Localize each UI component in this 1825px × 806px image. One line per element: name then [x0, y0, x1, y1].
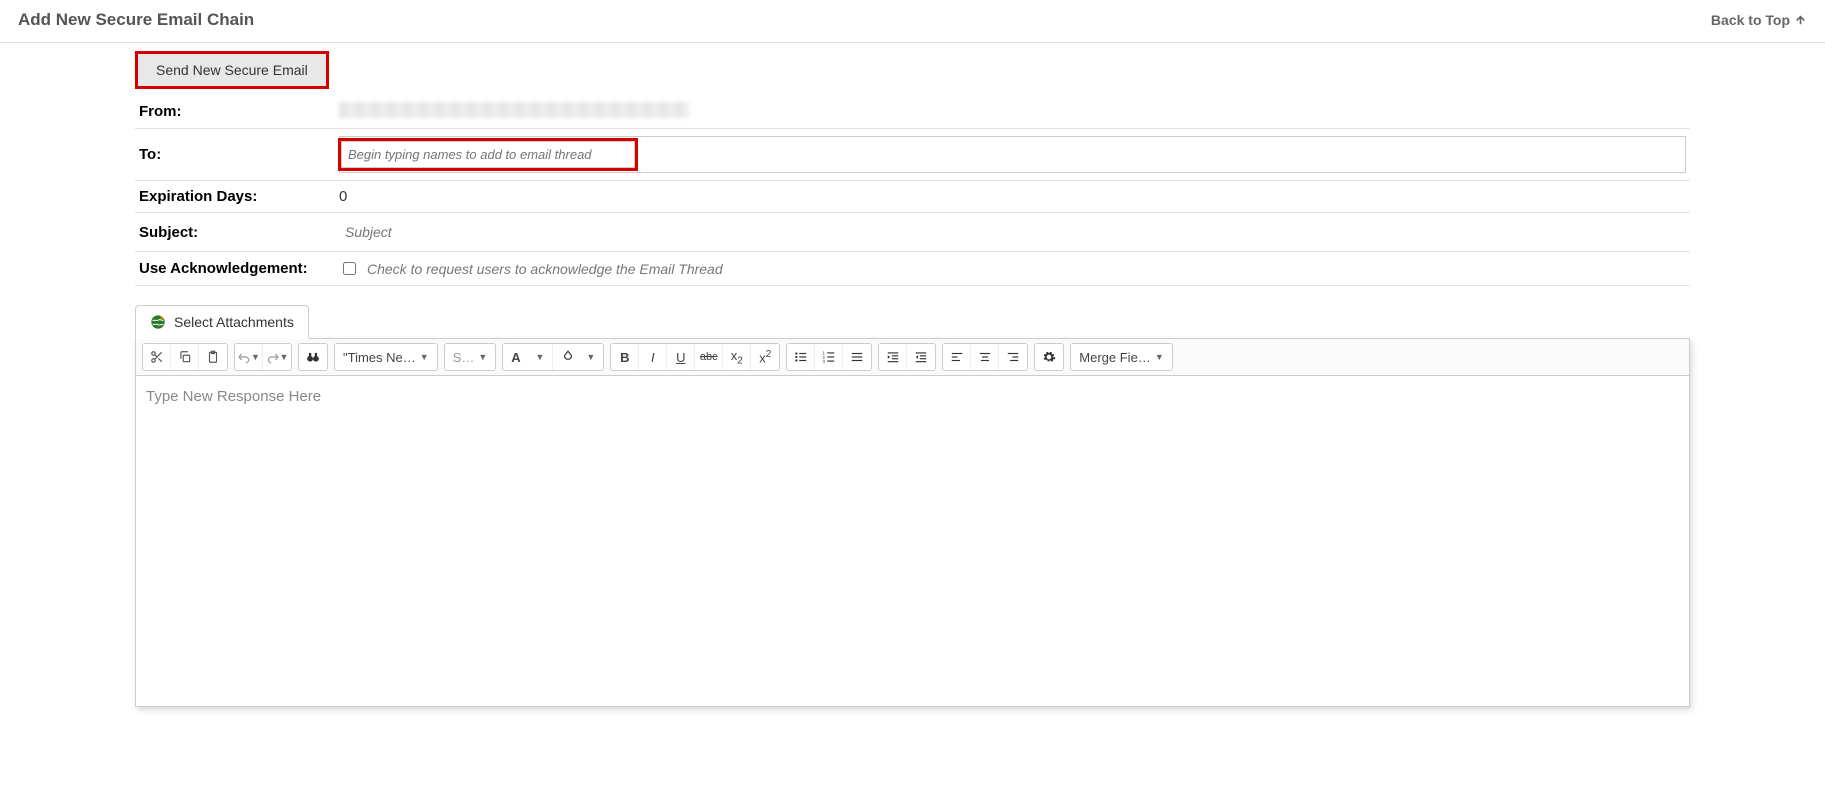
italic-button[interactable]: I [639, 344, 667, 370]
acknowledgement-checkbox[interactable] [343, 262, 356, 275]
svg-text:3: 3 [822, 359, 825, 364]
subject-label: Subject: [135, 213, 335, 252]
back-to-top-label: Back to Top [1711, 12, 1790, 28]
bullet-list-button[interactable] [787, 344, 815, 370]
indent-icon [886, 350, 900, 364]
superscript-button[interactable]: x2 [751, 344, 779, 370]
undo-button[interactable]: ▼ [235, 344, 263, 370]
expiration-value: 0 [335, 181, 1690, 213]
subject-input[interactable] [339, 220, 1686, 244]
acknowledgement-label: Use Acknowledgement: [135, 252, 335, 286]
indent-button[interactable] [879, 344, 907, 370]
copy-icon [178, 350, 192, 364]
align-left-button[interactable] [943, 344, 971, 370]
align-right-button[interactable] [999, 344, 1027, 370]
redo-icon [266, 350, 280, 364]
select-attachments-button[interactable]: Select Attachments [135, 305, 309, 339]
acknowledgement-row: Use Acknowledgement: Check to request us… [135, 252, 1690, 286]
page-header: Add New Secure Email Chain Back to Top [0, 0, 1825, 43]
editor-toolbar: ▼ ▼ "Times Ne…▼ S…▼ A▼ ▼ B [136, 339, 1689, 376]
back-to-top-link[interactable]: Back to Top [1711, 12, 1807, 28]
subject-row: Subject: [135, 213, 1690, 252]
binoculars-icon [306, 350, 320, 364]
to-row: To: [135, 129, 1690, 181]
find-button[interactable] [299, 344, 327, 370]
scissors-icon [150, 350, 164, 364]
font-size-select[interactable]: S…▼ [445, 344, 496, 370]
rich-text-editor: ▼ ▼ "Times Ne…▼ S…▼ A▼ ▼ B [135, 338, 1690, 707]
font-color-select[interactable]: ▼ [553, 344, 603, 370]
outdent-button[interactable] [907, 344, 935, 370]
to-label: To: [135, 129, 335, 181]
main-content: Send New Secure Email From: To: Expirati… [0, 43, 1825, 727]
arrow-up-icon [1794, 14, 1807, 27]
font-family-select[interactable]: "Times Ne…▼ [335, 344, 437, 370]
redo-button[interactable]: ▼ [263, 344, 291, 370]
align-center-button[interactable] [971, 344, 999, 370]
clipboard-icon [206, 350, 220, 364]
bullet-list-icon [794, 350, 808, 364]
strikethrough-button[interactable]: abc [695, 344, 723, 370]
outdent-icon [914, 350, 928, 364]
paste-button[interactable] [199, 344, 227, 370]
align-justify-button[interactable] [843, 344, 871, 370]
from-value-redacted [339, 102, 689, 118]
undo-icon [237, 350, 251, 364]
align-center-icon [978, 350, 992, 364]
merge-fields-select[interactable]: Merge Fie…▼ [1071, 344, 1171, 370]
select-attachments-label: Select Attachments [174, 314, 294, 330]
acknowledgement-text: Check to request users to acknowledge th… [367, 261, 723, 277]
to-input[interactable] [341, 141, 635, 168]
numbered-list-icon: 123 [822, 350, 836, 364]
send-new-secure-email-button[interactable]: Send New Secure Email [135, 51, 329, 89]
underline-button[interactable]: U [667, 344, 695, 370]
subscript-button[interactable]: x2 [723, 344, 751, 370]
editor-body[interactable]: Type New Response Here [136, 376, 1689, 706]
copy-button[interactable] [171, 344, 199, 370]
numbered-list-button[interactable]: 123 [815, 344, 843, 370]
bold-button[interactable]: B [611, 344, 639, 370]
align-justify-icon [850, 350, 864, 364]
page-title: Add New Secure Email Chain [18, 10, 254, 30]
globe-attach-icon [150, 314, 166, 330]
align-left-icon [950, 350, 964, 364]
expiration-label: Expiration Days: [135, 181, 335, 213]
cut-button[interactable] [143, 344, 171, 370]
settings-button[interactable] [1035, 344, 1063, 370]
expiration-row: Expiration Days: 0 [135, 181, 1690, 213]
droplet-icon [561, 350, 575, 364]
email-form-table: From: To: Expiration Days: 0 Subject: Us… [135, 95, 1690, 286]
font-style-select[interactable]: A▼ [503, 344, 553, 370]
align-right-icon [1006, 350, 1020, 364]
from-label: From: [135, 95, 335, 129]
gear-icon [1042, 350, 1056, 364]
from-row: From: [135, 95, 1690, 129]
